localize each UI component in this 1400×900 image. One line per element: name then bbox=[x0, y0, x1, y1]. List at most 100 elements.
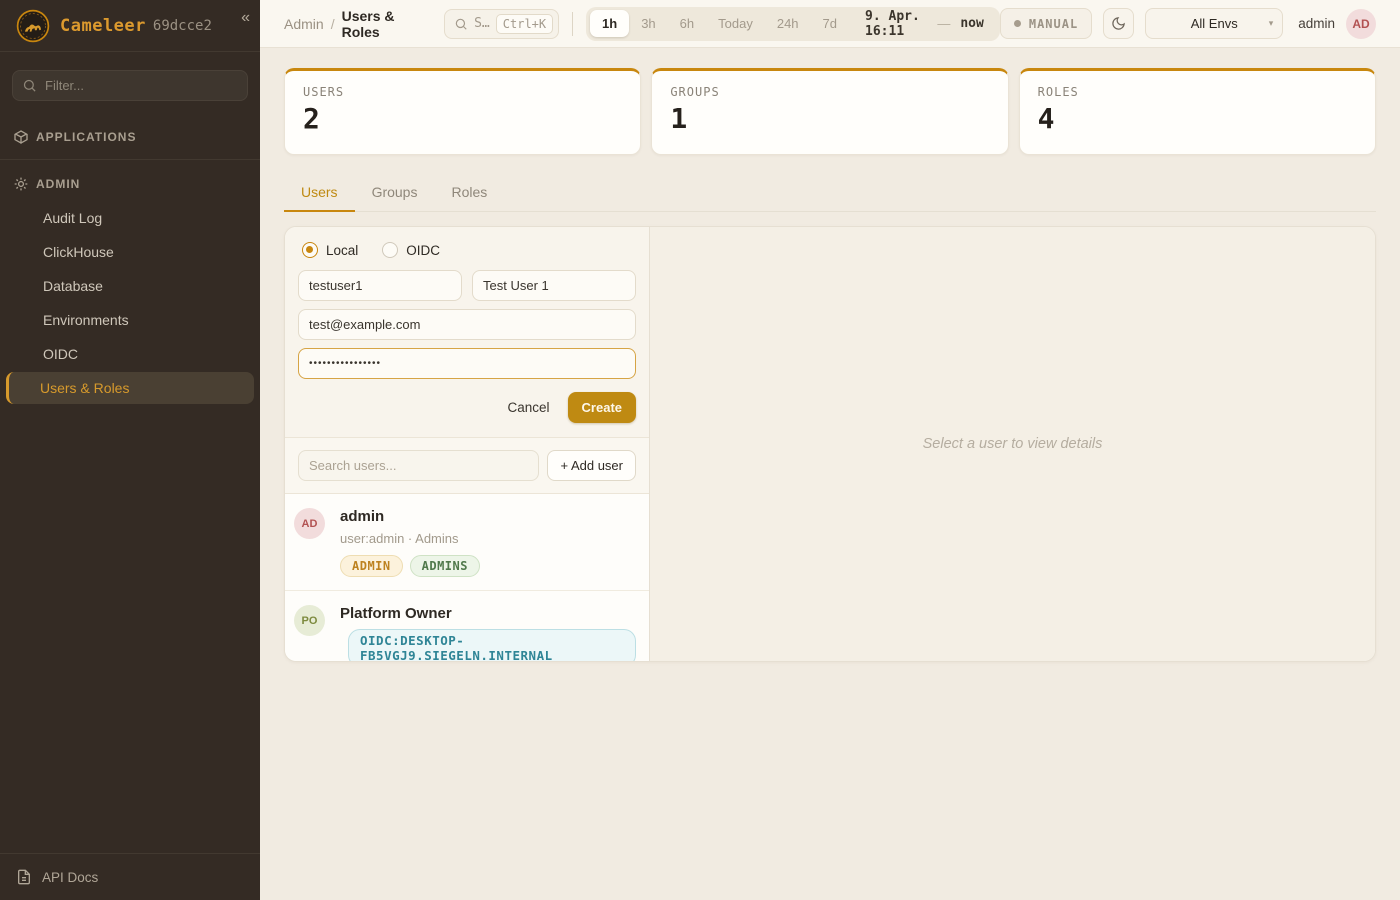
environment-select[interactable]: All Envs ▾ bbox=[1145, 8, 1283, 39]
sidebar: Cameleer 69dcce2 « APPLICATIONS AD bbox=[0, 0, 260, 900]
sidebar-filter bbox=[12, 70, 248, 101]
display-name-field[interactable] bbox=[472, 270, 636, 301]
time-range-group: 1h 3h 6h Today 24h 7d 9. Apr. 16:11 — no… bbox=[586, 7, 1000, 41]
radio-local[interactable]: Local bbox=[302, 242, 358, 258]
form-actions: Cancel Create bbox=[298, 392, 636, 423]
search-icon bbox=[22, 78, 37, 93]
topbar-right-cluster: MANUAL All Envs ▾ admin AD bbox=[1000, 8, 1376, 39]
sidebar-filter-input[interactable] bbox=[12, 70, 248, 101]
api-docs-label: API Docs bbox=[42, 870, 98, 885]
tab-groups[interactable]: Groups bbox=[355, 175, 435, 212]
current-user-name: admin bbox=[1298, 16, 1335, 31]
time-range-24h[interactable]: 24h bbox=[765, 10, 811, 37]
app-version: 69dcce2 bbox=[153, 18, 212, 34]
stat-card-users: USERS 2 bbox=[284, 68, 641, 155]
time-range-dash: — bbox=[937, 16, 950, 31]
sidebar-divider bbox=[0, 159, 260, 160]
create-button[interactable]: Create bbox=[568, 392, 636, 423]
name-inputs-row bbox=[298, 270, 636, 301]
breadcrumb-current: Users & Roles bbox=[342, 8, 429, 40]
api-docs-link[interactable]: API Docs bbox=[0, 853, 260, 900]
theme-toggle-button[interactable] bbox=[1103, 8, 1134, 39]
user-meta: user:admin · Admins bbox=[340, 531, 636, 546]
radio-label: OIDC bbox=[406, 243, 440, 258]
time-range-1h[interactable]: 1h bbox=[590, 10, 629, 37]
nav-section-applications[interactable]: APPLICATIONS bbox=[0, 121, 260, 153]
add-user-button[interactable]: + Add user bbox=[547, 450, 636, 481]
email-field[interactable] bbox=[298, 309, 636, 340]
topbar: Admin / Users & Roles S… Ctrl+K 1h 3h 6h… bbox=[260, 0, 1400, 48]
stat-label: GROUPS bbox=[670, 85, 989, 99]
sidebar-item-audit-log[interactable]: Audit Log bbox=[0, 202, 254, 234]
user-avatar[interactable]: AD bbox=[1346, 9, 1376, 39]
user-name: admin bbox=[340, 508, 636, 525]
user-row-platform-owner[interactable]: PO Platform Owner OIDC:DESKTOP-FB5VGJ9.S… bbox=[285, 591, 649, 662]
radio-unselected-icon bbox=[382, 242, 398, 258]
user-detail-panel: Select a user to view details bbox=[650, 227, 1375, 661]
sidebar-collapse-icon[interactable]: « bbox=[241, 10, 250, 26]
time-from-value[interactable]: 9. Apr. 16:11 bbox=[849, 9, 937, 39]
environment-selected-value: All Envs bbox=[1191, 16, 1238, 31]
badge-row: ADMIN ADMINS bbox=[340, 555, 636, 577]
sidebar-item-oidc[interactable]: OIDC bbox=[0, 338, 254, 370]
group-badge: ADMINS bbox=[410, 555, 480, 577]
role-badge: ADMIN bbox=[340, 555, 403, 577]
stat-label: USERS bbox=[303, 85, 622, 99]
search-shortcut-badge: Ctrl+K bbox=[496, 14, 553, 34]
nav-section-admin[interactable]: ADMIN bbox=[0, 168, 260, 200]
document-icon bbox=[16, 869, 32, 885]
refresh-mode-button[interactable]: MANUAL bbox=[1000, 8, 1092, 39]
user-row-body: admin user:admin · Admins ADMIN ADMINS bbox=[340, 508, 636, 577]
page-content: USERS 2 GROUPS 1 ROLES 4 Users Groups Ro… bbox=[260, 48, 1400, 900]
radio-label: Local bbox=[326, 243, 358, 258]
user-list-toolbar: + Add user bbox=[285, 438, 649, 494]
sidebar-item-users-roles[interactable]: Users & Roles bbox=[6, 372, 254, 404]
app-title: Cameleer bbox=[60, 16, 146, 36]
radio-selected-icon bbox=[302, 242, 318, 258]
stat-value: 4 bbox=[1038, 102, 1357, 135]
user-row-body: Platform Owner OIDC:DESKTOP-FB5VGJ9.SIEG… bbox=[340, 605, 636, 662]
global-search[interactable]: S… Ctrl+K bbox=[444, 9, 559, 39]
stat-value: 1 bbox=[670, 102, 989, 135]
time-range-6h[interactable]: 6h bbox=[668, 10, 706, 37]
stat-label: ROLES bbox=[1038, 85, 1357, 99]
breadcrumb-parent[interactable]: Admin bbox=[284, 16, 324, 32]
chevron-down-icon: ▾ bbox=[1269, 18, 1274, 29]
app-root: Cameleer 69dcce2 « APPLICATIONS AD bbox=[0, 0, 1400, 900]
stat-card-groups: GROUPS 1 bbox=[651, 68, 1008, 155]
tab-bar: Users Groups Roles bbox=[284, 175, 1376, 212]
tab-roles[interactable]: Roles bbox=[434, 175, 504, 212]
sidebar-item-environments[interactable]: Environments bbox=[0, 304, 254, 336]
topbar-divider bbox=[572, 12, 573, 36]
sidebar-item-database[interactable]: Database bbox=[0, 270, 254, 302]
radio-oidc[interactable]: OIDC bbox=[382, 242, 440, 258]
time-range-today[interactable]: Today bbox=[706, 10, 765, 37]
username-field[interactable] bbox=[298, 270, 462, 301]
oidc-issuer-badge: OIDC:DESKTOP-FB5VGJ9.SIEGELN.INTERNAL bbox=[348, 629, 636, 662]
user-type-radio-group: Local OIDC bbox=[298, 240, 636, 270]
status-dot-icon bbox=[1014, 20, 1021, 27]
time-range-3h[interactable]: 3h bbox=[629, 10, 667, 37]
user-name: Platform Owner bbox=[340, 605, 636, 622]
sidebar-item-clickhouse[interactable]: ClickHouse bbox=[0, 236, 254, 268]
sidebar-nav: APPLICATIONS ADMIN Audit Log ClickHouse … bbox=[0, 111, 260, 853]
user-row-admin[interactable]: AD admin user:admin · Admins ADMIN ADMIN… bbox=[285, 494, 649, 591]
search-users-input[interactable] bbox=[298, 450, 539, 481]
moon-icon bbox=[1111, 16, 1126, 31]
tab-users[interactable]: Users bbox=[284, 175, 355, 212]
stats-row: USERS 2 GROUPS 1 ROLES 4 bbox=[284, 68, 1376, 155]
breadcrumb-separator: / bbox=[331, 16, 335, 32]
stat-value: 2 bbox=[303, 102, 622, 135]
sidebar-header: Cameleer 69dcce2 « bbox=[0, 0, 260, 52]
cube-icon bbox=[13, 129, 29, 145]
users-panel: Local OIDC bbox=[284, 226, 1376, 662]
password-field[interactable] bbox=[298, 348, 636, 379]
search-icon bbox=[454, 17, 468, 31]
time-range-7d[interactable]: 7d bbox=[811, 10, 849, 37]
global-search-placeholder: S… bbox=[474, 16, 490, 31]
time-to-value[interactable]: now bbox=[950, 16, 995, 31]
stat-card-roles: ROLES 4 bbox=[1019, 68, 1376, 155]
refresh-mode-label: MANUAL bbox=[1029, 17, 1078, 31]
cancel-button[interactable]: Cancel bbox=[508, 400, 550, 415]
gear-icon bbox=[13, 176, 29, 192]
